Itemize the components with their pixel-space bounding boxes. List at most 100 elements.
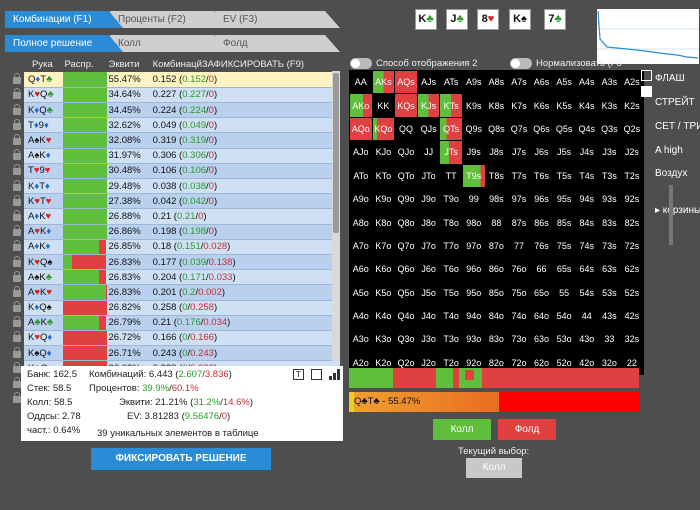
grid-cell-K6s[interactable]: K6s	[530, 94, 553, 117]
bar-chart-icon[interactable]	[329, 368, 341, 380]
table-row[interactable]: K♥Q♣ 34.64% 0.227 (0.227/0)	[10, 87, 340, 104]
grid-cell-J4s[interactable]: J4s	[575, 141, 598, 164]
grid-cell-63s[interactable]: 63s	[598, 258, 621, 281]
grid-cell-QJo[interactable]: QJo	[395, 141, 417, 164]
grid-cell-93s[interactable]: 93s	[598, 187, 621, 211]
grid-cell-88[interactable]: 88	[485, 211, 508, 234]
grid-cell-K4s[interactable]: K4s	[575, 94, 598, 117]
grid-cell-94o[interactable]: 94o	[462, 304, 485, 328]
grid-cell-A8s[interactable]: A8s	[485, 71, 508, 94]
grid-cell-95o[interactable]: 95o	[462, 281, 485, 304]
grid-cell-87s[interactable]: 87s	[508, 211, 530, 234]
grid-cell-Q9s[interactable]: Q9s	[462, 117, 485, 141]
table-row[interactable]: K♦Q♠ 26.82% 0.258 (0/0.258)	[10, 300, 340, 316]
lock-icon[interactable]	[10, 148, 24, 164]
grid-cell-Q4s[interactable]: Q4s	[575, 117, 598, 141]
grid-cell-AJs[interactable]: AJs	[417, 71, 440, 94]
grid-cell-73o[interactable]: 73o	[508, 328, 530, 351]
table-row[interactable]: A♦K♦ 26.85% 0.18 (0.151/0.028)	[10, 239, 340, 255]
grid-cell-54s[interactable]: 54s	[575, 281, 598, 304]
grid-cell-A3s[interactable]: A3s	[598, 71, 621, 94]
side-label-4[interactable]: Воздух	[655, 168, 687, 179]
grid-cell-A5o[interactable]: A5o	[350, 281, 372, 304]
grid-cell-AKs[interactable]: AKs	[372, 71, 395, 94]
grid-cell-64s[interactable]: 64s	[575, 258, 598, 281]
grid-cell-ATs[interactable]: ATs	[440, 71, 462, 94]
grid-cell-T8o[interactable]: T8o	[440, 211, 462, 234]
grid-cell-QQ[interactable]: QQ	[395, 117, 417, 141]
header-hand[interactable]: Рука	[24, 57, 63, 73]
grid-cell-T4o[interactable]: T4o	[440, 304, 462, 328]
grid-cell-93o[interactable]: 93o	[462, 328, 485, 351]
grid-cell-KQs[interactable]: KQs	[395, 94, 417, 117]
tab-main-2[interactable]: EV (F3)	[215, 11, 340, 28]
grid-cell-AQo[interactable]: AQo	[350, 117, 372, 141]
grid-cell-63o[interactable]: 63o	[530, 328, 553, 351]
grid-cell-J5o[interactable]: J5o	[417, 281, 440, 304]
grid-cell-TT[interactable]: TT	[440, 164, 462, 187]
grid-cell-98s[interactable]: 98s	[485, 187, 508, 211]
tab-sub-2[interactable]: Фолд	[215, 35, 340, 52]
grid-cell-Q7o[interactable]: Q7o	[395, 234, 417, 258]
grid-cell-99[interactable]: 99	[462, 187, 485, 211]
grid-cell-J6s[interactable]: J6s	[530, 141, 553, 164]
grid-cell-J5s[interactable]: J5s	[553, 141, 575, 164]
grid-cell-A8o[interactable]: A8o	[350, 211, 372, 234]
grid-cell-85s[interactable]: 85s	[553, 211, 575, 234]
grid-cell-K2s[interactable]: K2s	[621, 94, 643, 117]
lock-icon[interactable]	[10, 224, 24, 240]
grid-cell-A9s[interactable]: A9s	[462, 71, 485, 94]
grid-cell-65o[interactable]: 65o	[530, 281, 553, 304]
grid-cell-J3o[interactable]: J3o	[417, 328, 440, 351]
grid-cell-87o[interactable]: 87o	[485, 234, 508, 258]
grid-cell-97s[interactable]: 97s	[508, 187, 530, 211]
grid-cell-A9o[interactable]: A9o	[350, 187, 372, 211]
grid-cell-AJo[interactable]: AJo	[350, 141, 372, 164]
grid-cell-97o[interactable]: 97o	[462, 234, 485, 258]
grid-cell-J9s[interactable]: J9s	[462, 141, 485, 164]
grid-cell-KTs[interactable]: KTs	[440, 94, 462, 117]
grid-cell-82s[interactable]: 82s	[621, 211, 643, 234]
header-combos[interactable]: КомбинацйЗАФИКСИРОВАТЬ (F9)	[150, 57, 340, 73]
lock-icon[interactable]	[10, 178, 24, 194]
grid-cell-K3o[interactable]: K3o	[372, 328, 395, 351]
grid-cell-A7s[interactable]: A7s	[508, 71, 530, 94]
table-row[interactable]: Q♦T♣ 55.47% 0.152 (0.152/0)	[10, 72, 340, 88]
table-row[interactable]: T♦9♦ 32.62% 0.049 (0.049/0)	[10, 117, 340, 134]
grid-cell-KK[interactable]: KK	[372, 94, 395, 117]
grid-cell-A3o[interactable]: A3o	[350, 328, 372, 351]
table-row[interactable]: K♠Q♦ 26.71% 0.243 (0/0.243)	[10, 345, 340, 362]
grid-cell-Q5s[interactable]: Q5s	[553, 117, 575, 141]
grid-cell-62s[interactable]: 62s	[621, 258, 643, 281]
grid-cell-52s[interactable]: 52s	[621, 281, 643, 304]
grid-cell-T5s[interactable]: T5s	[553, 164, 575, 187]
grid-cell-77[interactable]: 77	[508, 234, 530, 258]
lock-icon[interactable]	[10, 117, 24, 133]
grid-cell-A2s[interactable]: A2s	[621, 71, 643, 94]
grid-cell-95s[interactable]: 95s	[553, 187, 575, 211]
grid-cell-66[interactable]: 66	[530, 258, 553, 281]
lock-icon[interactable]	[10, 315, 24, 331]
grid-cell-K4o[interactable]: K4o	[372, 304, 395, 328]
side-label-3[interactable]: A high	[655, 145, 683, 156]
side-label-0[interactable]: ФЛАШ	[655, 73, 685, 84]
grid-cell-K7s[interactable]: K7s	[508, 94, 530, 117]
grid-cell-64o[interactable]: 64o	[530, 304, 553, 328]
tab-main-1[interactable]: Проценты (F2)	[110, 11, 228, 28]
grid-cell-T6o[interactable]: T6o	[440, 258, 462, 281]
grid-cell-KQo[interactable]: KQo	[372, 117, 395, 141]
table-scrollbar[interactable]	[332, 71, 340, 361]
grid-cell-98o[interactable]: 98o	[462, 211, 485, 234]
grid-cell-A6s[interactable]: A6s	[530, 71, 553, 94]
grid-cell-K3s[interactable]: K3s	[598, 94, 621, 117]
table-row[interactable]: K♦Q♣ 34.45% 0.224 (0.224/0)	[10, 102, 340, 119]
grid-cell-J7s[interactable]: J7s	[508, 141, 530, 164]
grid-cell-Q4o[interactable]: Q4o	[395, 304, 417, 328]
text-mode-icon[interactable]: T	[293, 369, 304, 380]
grid-cell-75o[interactable]: 75o	[508, 281, 530, 304]
grid-cell-K9o[interactable]: K9o	[372, 187, 395, 211]
table-row[interactable]: K♥Q♦ 26.72% 0.166 (0/0.166)	[10, 330, 340, 347]
table-row[interactable]: A♥K♦ 26.86% 0.198 (0.198/0)	[10, 224, 340, 240]
grid-cell-72s[interactable]: 72s	[621, 234, 643, 258]
lock-icon[interactable]	[10, 300, 24, 316]
